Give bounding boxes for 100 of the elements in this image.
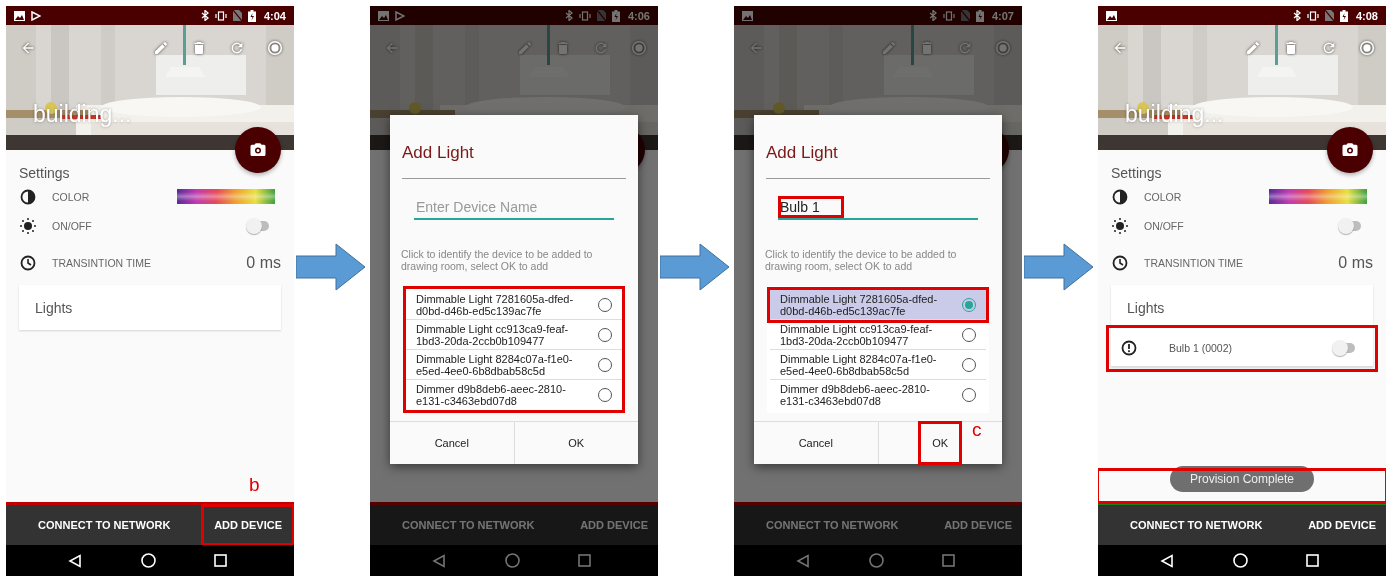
flow-arrow <box>296 243 366 291</box>
no-sim-icon <box>232 10 242 21</box>
record-icon[interactable] <box>631 40 647 56</box>
action-button[interactable]: ADD DEVICE <box>1298 505 1386 545</box>
name-input-field[interactable]: Bulb 1 <box>778 196 844 218</box>
device-option[interactable]: Dimmable Light 7281605a-dfed-d0bd-d46b-ed5c139ac7fe <box>406 290 622 320</box>
annotation-letter: b <box>249 475 260 495</box>
action-button[interactable]: ADD DEVICE <box>570 505 658 545</box>
back-icon[interactable] <box>68 553 82 568</box>
dialog-instructions: Click to identify the device to be added to drawing room, select OK to add <box>401 248 594 272</box>
recent-apps-icon[interactable] <box>214 554 227 567</box>
action-button[interactable]: CONNECT TO NETWORK <box>392 505 545 545</box>
toast-message: Provision Complete <box>1169 466 1314 492</box>
action-button[interactable]: CONNECT TO NETWORK <box>1120 505 1273 545</box>
camera-icon <box>249 141 267 159</box>
back-arrow-icon[interactable] <box>748 40 764 56</box>
device-option[interactable]: Dimmer d9b8deb6-aeec-2810-e131-c3463ebd07d8 <box>406 380 622 409</box>
image-icon <box>14 10 25 21</box>
bluetooth-icon <box>200 10 209 21</box>
card-heading: Lights <box>1126 299 1166 318</box>
name-input-field[interactable]: Enter Device Name <box>414 196 614 220</box>
brightness-icon <box>1112 217 1128 234</box>
dialog-button[interactable]: Cancel <box>786 427 845 459</box>
action-button[interactable]: ADD DEVICE <box>934 505 1022 545</box>
no-sim-icon <box>596 10 606 21</box>
dialog-instructions: Click to identify the device to be added to drawing room, select OK to add <box>765 248 958 272</box>
dialog-button[interactable]: Cancel <box>422 427 481 459</box>
dialog-button[interactable]: OK <box>920 423 961 463</box>
status-time: 4:06 <box>627 9 650 22</box>
device-option[interactable]: Dimmable Light cc913ca9-feaf-1bd3-20da-2ccb0b109477 <box>406 320 622 350</box>
device-name: Dimmable Light 7281605a-dfed-d0bd-d46b-ed5c139ac7fe <box>416 292 575 317</box>
section-heading: Settings <box>1111 164 1163 182</box>
action-button[interactable]: CONNECT TO NETWORK <box>756 505 909 545</box>
setting-label: TRANSINTION TIME <box>1144 257 1244 269</box>
camera-icon <box>1341 141 1359 159</box>
record-icon[interactable] <box>267 40 283 56</box>
refresh-icon[interactable] <box>593 40 609 56</box>
section-heading: Settings <box>19 164 71 182</box>
device-option[interactable]: Dimmable Light 7281605a-dfed-d0bd-d46b-ed5c139ac7fe <box>770 290 986 320</box>
device-option[interactable]: Dimmable Light 8284c07a-f1e0-e5ed-4ee0-6b8dbab58c5d <box>770 350 986 380</box>
vibrate-icon <box>942 10 955 21</box>
trash-icon[interactable] <box>191 40 207 56</box>
device-name: Dimmable Light 8284c07a-f1e0-e5ed-4ee0-6b8dbab58c5d <box>780 352 938 377</box>
record-icon[interactable] <box>1359 40 1375 56</box>
dialog-button[interactable]: OK <box>556 427 597 459</box>
color-spectrum-bar[interactable] <box>1269 189 1367 204</box>
action-button[interactable]: ADD DEVICE <box>202 505 294 545</box>
device-name: Dimmer d9b8deb6-aeec-2810-e131-c3463ebd07d8 <box>416 382 567 407</box>
setting-value: 0 ms <box>1338 254 1373 272</box>
back-arrow-icon[interactable] <box>1112 40 1128 56</box>
device-name: Dimmable Light cc913ca9-feaf-1bd3-20da-2ccb0b109477 <box>416 322 570 347</box>
back-arrow-icon[interactable] <box>384 40 400 56</box>
status-time: 4:04 <box>263 9 286 22</box>
vibrate-icon <box>1306 10 1319 21</box>
recent-apps-icon[interactable] <box>1306 554 1319 567</box>
setting-label: TRANSINTION TIME <box>52 257 152 269</box>
home-icon[interactable] <box>1232 553 1248 568</box>
card-heading: Lights <box>34 299 74 318</box>
alert-icon <box>1121 340 1137 356</box>
setting-label: COLOR <box>52 190 91 203</box>
setting-label: ON/OFF <box>1144 219 1185 232</box>
image-icon <box>1106 10 1117 21</box>
flow-arrow <box>660 243 730 291</box>
home-icon[interactable] <box>140 553 156 568</box>
refresh-icon[interactable] <box>957 40 973 56</box>
no-sim-icon <box>960 10 970 21</box>
pencil-icon[interactable] <box>881 40 897 56</box>
refresh-icon[interactable] <box>229 40 245 56</box>
color-spectrum-bar[interactable] <box>177 189 275 204</box>
light-list-item[interactable]: Bulb 1 (0002) <box>1111 330 1373 367</box>
device-option[interactable]: Dimmable Light cc913ca9-feaf-1bd3-20da-2ccb0b109477 <box>770 320 986 350</box>
setting-label: ON/OFF <box>52 219 93 232</box>
light-name: Bulb 1 (0002) <box>1169 342 1234 354</box>
device-name: Dimmable Light cc913ca9-feaf-1bd3-20da-2ccb0b109477 <box>780 322 934 347</box>
device-option[interactable]: Dimmable Light 8284c07a-f1e0-e5ed-4ee0-6b8dbab58c5d <box>406 350 622 380</box>
action-button[interactable]: CONNECT TO NETWORK <box>28 505 181 545</box>
trash-icon[interactable] <box>1283 40 1299 56</box>
battery-icon <box>247 9 256 22</box>
vibrate-icon <box>214 10 227 21</box>
battery-icon <box>1339 9 1348 22</box>
trash-icon[interactable] <box>919 40 935 56</box>
battery-icon <box>611 9 620 22</box>
record-icon[interactable] <box>995 40 1011 56</box>
device-option[interactable]: Dimmer d9b8deb6-aeec-2810-e131-c3463ebd07d8 <box>770 380 986 409</box>
trash-icon[interactable] <box>555 40 571 56</box>
pencil-icon[interactable] <box>153 40 169 56</box>
back-icon[interactable] <box>1160 553 1174 568</box>
pencil-icon[interactable] <box>517 40 533 56</box>
back-arrow-icon[interactable] <box>20 40 36 56</box>
device-name: Dimmer d9b8deb6-aeec-2810-e131-c3463ebd07d8 <box>780 382 931 407</box>
contrast-icon <box>1112 188 1128 205</box>
refresh-icon[interactable] <box>1321 40 1337 56</box>
image-icon <box>742 10 753 21</box>
device-name: Dimmable Light 8284c07a-f1e0-e5ed-4ee0-6b8dbab58c5d <box>416 352 574 377</box>
image-icon <box>378 10 389 21</box>
vibrate-icon <box>578 10 591 21</box>
status-time: 4:08 <box>1355 9 1378 22</box>
device-name: Dimmable Light 7281605a-dfed-d0bd-d46b-ed5c139ac7fe <box>780 292 939 317</box>
status-time: 4:07 <box>991 9 1014 22</box>
pencil-icon[interactable] <box>1245 40 1261 56</box>
